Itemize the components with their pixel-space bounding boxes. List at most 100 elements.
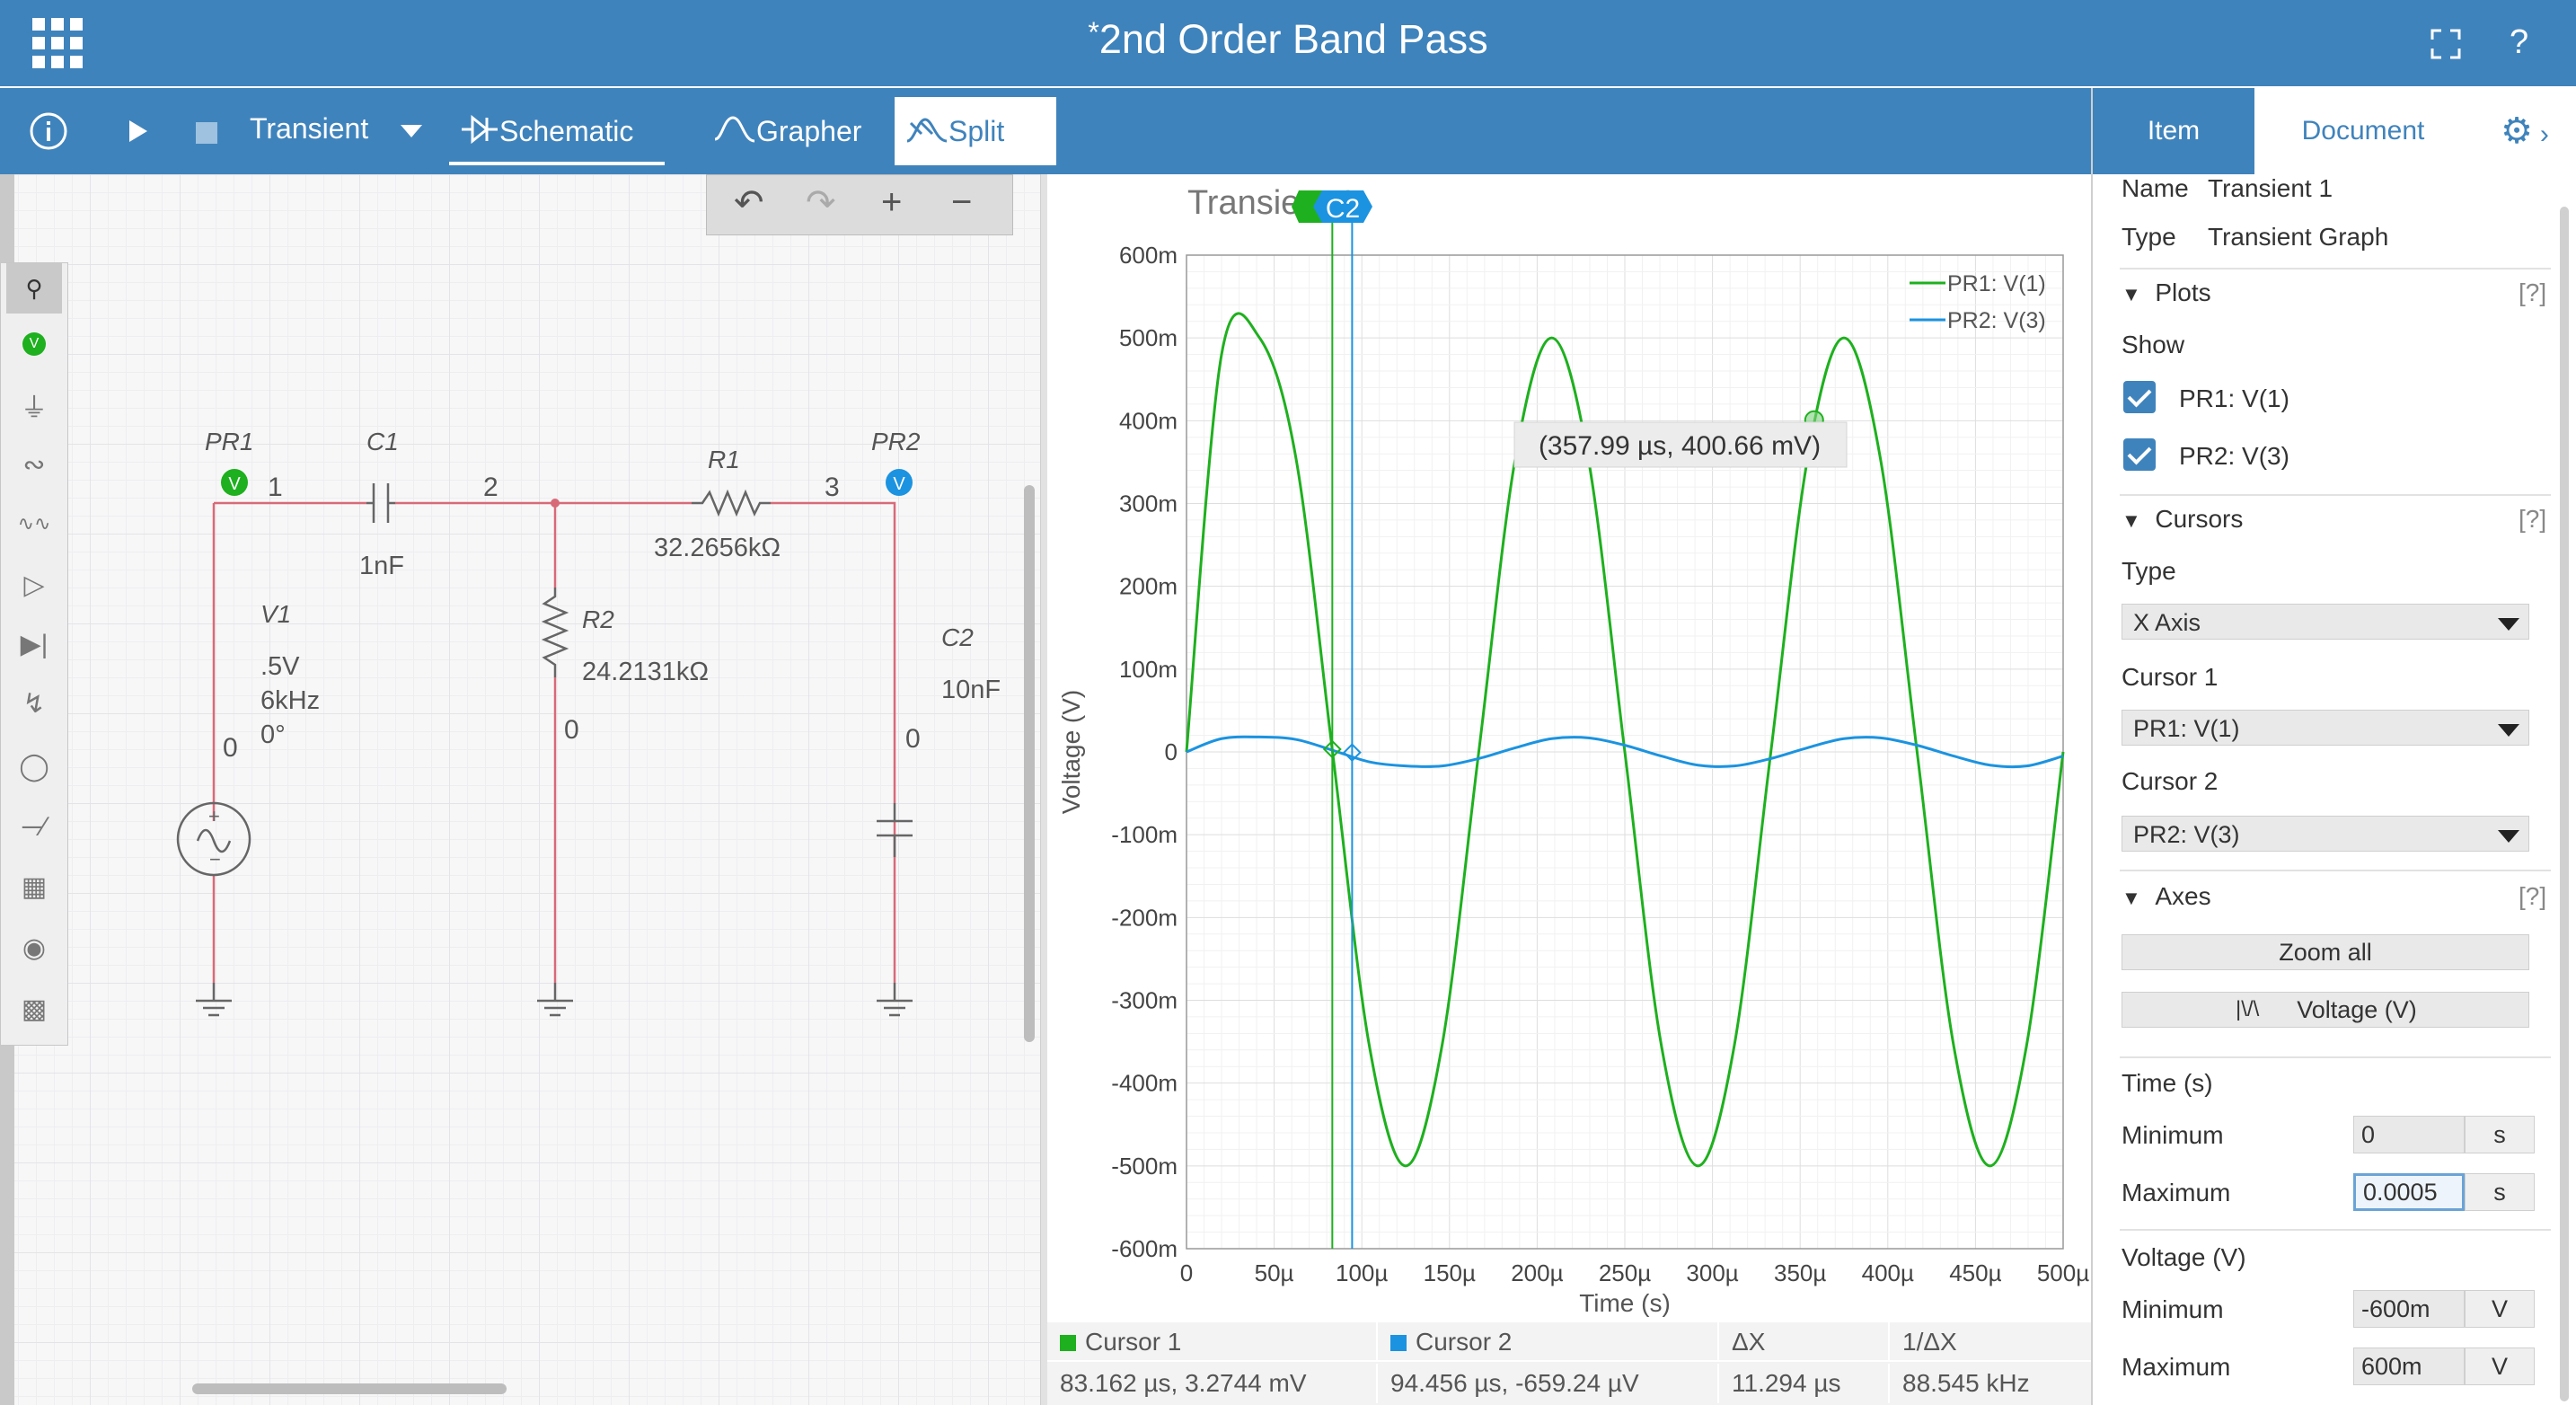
separator [2120, 870, 2551, 871]
help-icon[interactable]: ? [2510, 23, 2528, 62]
volt-min-label: Minimum [2122, 1295, 2224, 1323]
chevron-down-icon [2498, 618, 2519, 631]
transient-graph[interactable]: Transient 1 600m500m400m300m200m100m0-10… [1047, 174, 2091, 1322]
delta-x-header: ΔX [1719, 1322, 1890, 1362]
voltage-axis-button[interactable]: |\/\ Voltage (V) [2122, 992, 2529, 1028]
analysis-label: Transient [250, 112, 369, 145]
volt-max-input[interactable]: 600m [2353, 1348, 2465, 1385]
v1-phase: 0° [260, 720, 286, 749]
node-3-label: 3 [825, 473, 840, 502]
chip-icon[interactable]: ▩ [6, 984, 62, 1034]
time-heading: Time (s) [2122, 1069, 2213, 1097]
tab-split[interactable]: Split [895, 97, 1056, 165]
tab-item[interactable]: Item [2093, 88, 2254, 174]
opamp-icon[interactable]: ▷ [6, 560, 62, 610]
voltage-heading: Voltage (V) [2122, 1243, 2246, 1271]
cursor-type-select[interactable]: X Axis [2122, 604, 2529, 640]
x-tick-label: 50µ [1255, 1259, 1294, 1286]
cursor1-select[interactable]: PR1: V(1) [2122, 710, 2529, 746]
y-tick-label: 500m [1119, 324, 1178, 351]
y-tick-label: -400m [1111, 1070, 1178, 1097]
voltage-axis-button-label: Voltage (V) [2297, 996, 2417, 1023]
split-icon [906, 118, 948, 143]
caret-down-icon: ▼ [2122, 283, 2141, 305]
lamp-icon[interactable]: ◯ [6, 741, 62, 791]
relay-icon[interactable]: ▦ [6, 862, 62, 912]
schematic-vertical-scrollbar[interactable] [1024, 485, 1035, 1042]
svg-text:−: − [209, 848, 221, 870]
toolbar: Transient Schematic Grapher Split [0, 88, 2091, 174]
c1-label: C1 [366, 428, 399, 455]
component-palette: ⚲ V ⏚ ∾ ∿∿ ▷ ▶| ↯ ◯ ─∕ ▦ ◉ ▩ [0, 262, 68, 1046]
cursor2-select[interactable]: PR2: V(3) [2122, 816, 2529, 852]
voltage-probe-icon[interactable]: V [6, 319, 62, 369]
tooltip-text: (357.99 µs, 400.66 mV) [1539, 431, 1821, 461]
plot-pr2-checkbox[interactable] [2123, 438, 2156, 471]
diode-palette-icon[interactable]: ▶| [6, 619, 62, 669]
v1-amplitude: .5V [260, 652, 300, 681]
plot-pr1-checkbox[interactable] [2123, 381, 2156, 413]
switch-icon[interactable]: ─∕ [6, 802, 62, 853]
tab-grapher[interactable]: Grapher [702, 97, 886, 165]
time-max-unit: s [2465, 1173, 2535, 1211]
c2-label: C2 [941, 623, 974, 651]
type-value: Transient Graph [2208, 223, 2389, 251]
stop-icon[interactable] [196, 122, 217, 144]
cursors-section-toggle[interactable]: ▼ Cursors [2122, 505, 2243, 534]
separator [2120, 1056, 2551, 1058]
ac-source-icon[interactable]: ∾ [6, 439, 62, 490]
cursor-flag-c2[interactable]: C2 [1313, 190, 1372, 224]
axes-heading: Axes [2155, 882, 2211, 910]
zoom-in-icon[interactable]: + [881, 182, 902, 223]
panel-scrollbar[interactable] [2560, 207, 2569, 1401]
plots-section-toggle[interactable]: ▼ Plots [2122, 278, 2211, 307]
x-tick-label: 450µ [1949, 1259, 2001, 1286]
time-max-input[interactable]: 0.0005 [2353, 1173, 2465, 1211]
tab-document[interactable]: Document [2254, 88, 2472, 174]
legend-pr2-label: PR2: V(3) [1947, 308, 2046, 333]
tab-grapher-label: Grapher [756, 115, 862, 147]
chevron-down-icon [401, 124, 423, 137]
plots-help-link[interactable]: [?] [2519, 278, 2546, 307]
time-min-input[interactable]: 0 [2353, 1116, 2465, 1153]
axes-help-link[interactable]: [?] [2519, 882, 2546, 911]
zoom-all-button[interactable]: Zoom all [2122, 934, 2529, 970]
volt-max-label: Maximum [2122, 1353, 2231, 1381]
ground-c2-label: 0 [905, 724, 921, 754]
cursor2-header-text: Cursor 2 [1416, 1328, 1513, 1356]
schematic-horizontal-scrollbar[interactable] [192, 1383, 507, 1394]
time-max-label: Maximum [2122, 1179, 2231, 1206]
axes-section-toggle[interactable]: ▼ Axes [2122, 882, 2211, 911]
meter-icon[interactable]: ◉ [6, 923, 62, 973]
analysis-select[interactable]: Transient [250, 112, 423, 146]
plot-pr2-label: PR2: V(3) [2179, 442, 2289, 470]
y-tick-label: -100m [1111, 821, 1178, 848]
resistor-icon[interactable]: ∿∿ [6, 499, 62, 549]
redo-icon[interactable]: ↷ [806, 182, 836, 224]
fullscreen-icon[interactable] [2430, 29, 2461, 59]
volt-min-input[interactable]: -600m [2353, 1290, 2465, 1328]
properties-panel: Item Document ⚙ › Name Transient 1 Type T… [2091, 88, 2576, 1405]
search-icon[interactable]: ⚲ [6, 263, 62, 314]
transistor-icon[interactable]: ↯ [6, 678, 62, 729]
schematic-drawing: + − V V [176, 469, 913, 1017]
cursor1-value: 83.162 µs, 3.2744 mV [1047, 1364, 1378, 1403]
c2-value: 10nF [941, 676, 1001, 704]
zoom-out-icon[interactable]: − [951, 182, 972, 223]
y-tick-label: 400m [1119, 407, 1178, 434]
x-tick-label: 300µ [1686, 1259, 1738, 1286]
x-tick-label: 200µ [1511, 1259, 1563, 1286]
undo-icon[interactable]: ↶ [734, 182, 764, 224]
info-icon[interactable] [29, 111, 68, 151]
legend-pr1-label: PR1: V(1) [1947, 271, 2046, 296]
ground-icon[interactable]: ⏚ [6, 380, 62, 430]
x-tick-label: 150µ [1424, 1259, 1476, 1286]
tab-schematic-label: Schematic [499, 115, 634, 147]
x-tick-label: 250µ [1599, 1259, 1651, 1286]
run-icon[interactable] [128, 119, 149, 144]
cursors-help-link[interactable]: [?] [2519, 505, 2546, 534]
cursor-layer [1322, 219, 1824, 1249]
settings-tab[interactable]: ⚙ › [2472, 88, 2576, 174]
show-label: Show [2122, 331, 2185, 358]
tab-schematic[interactable]: Schematic [449, 97, 665, 165]
